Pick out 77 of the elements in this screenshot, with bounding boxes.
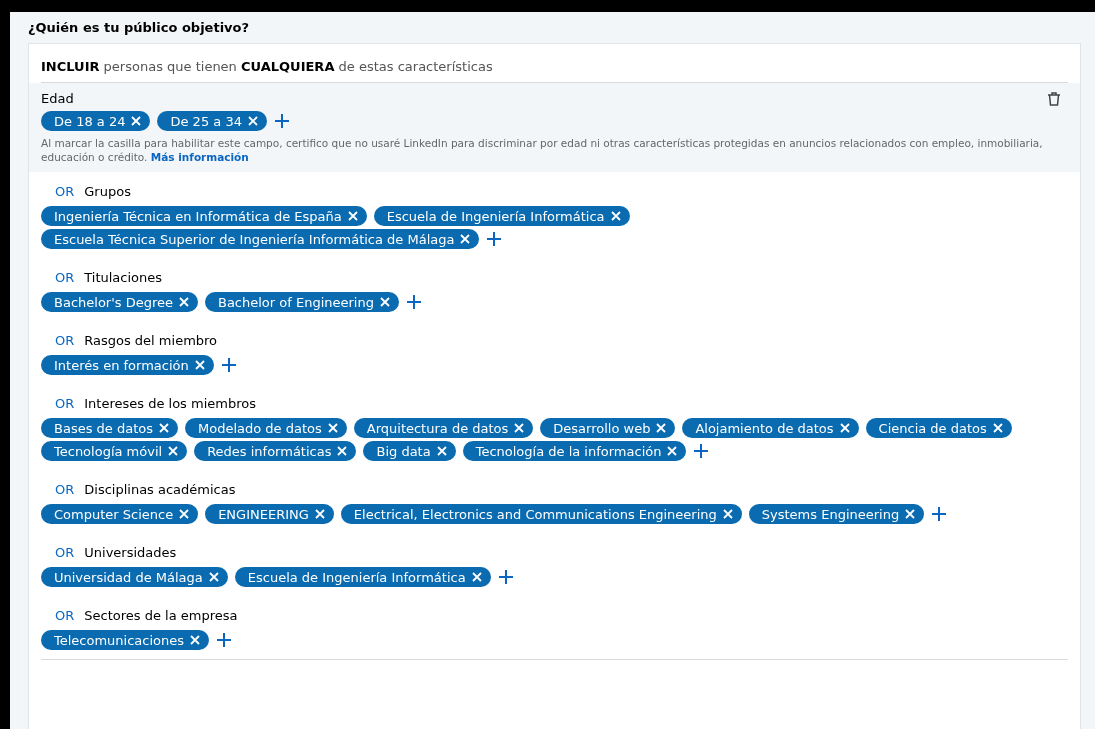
close-icon[interactable] [179, 509, 190, 519]
filter-tag[interactable]: Modelado de datos [185, 418, 347, 438]
filter-tag[interactable]: Desarrollo web [540, 418, 676, 438]
close-icon[interactable] [839, 423, 850, 433]
add-icon[interactable] [497, 569, 514, 585]
close-icon[interactable] [514, 423, 525, 433]
close-icon[interactable] [722, 509, 733, 519]
add-icon[interactable] [273, 113, 290, 129]
add-icon[interactable] [216, 632, 233, 648]
filter-tag[interactable]: Computer Science [41, 504, 199, 524]
group-label: Edad [41, 91, 74, 106]
group-label: Intereses de los miembros [84, 396, 256, 411]
filter-tag[interactable]: Ingeniería Técnica en Informática de España [41, 206, 367, 226]
filter-tag[interactable]: Interés en formación [41, 355, 214, 375]
filter-tag[interactable]: Ciencia de datos [865, 418, 1012, 438]
group-label: Rasgos del miembro [84, 333, 218, 348]
or-connector: OR [55, 482, 75, 497]
close-icon[interactable] [247, 116, 258, 126]
more-info-link[interactable]: Más información [150, 151, 249, 163]
filter-tag[interactable]: Universidad de Málaga [41, 567, 228, 587]
filter-tag[interactable]: Escuela de Ingeniería Informática [373, 206, 630, 226]
close-icon[interactable] [610, 211, 621, 221]
close-icon[interactable] [905, 509, 916, 519]
add-icon[interactable] [220, 357, 237, 373]
filter-tag[interactable]: Redes informáticas [194, 441, 357, 461]
or-connector: OR [55, 333, 75, 348]
filter-tag[interactable]: Bases de datos [41, 418, 178, 438]
or-connector: OR [55, 270, 75, 285]
group-label: Universidades [84, 545, 177, 560]
filter-tag[interactable]: Bachelor's Degree [41, 292, 198, 312]
add-icon[interactable] [931, 506, 948, 522]
filter-tag[interactable]: Arquitectura de datos [353, 418, 534, 438]
filter-tag[interactable]: Telecomunicaciones [41, 630, 210, 650]
filter-tag[interactable]: De 25 a 34 [157, 111, 267, 131]
add-icon[interactable] [405, 294, 422, 310]
close-icon[interactable] [208, 572, 219, 582]
filter-tag[interactable]: Tecnología móvil [41, 441, 188, 461]
filter-tag[interactable]: De 18 a 24 [41, 111, 151, 131]
close-icon[interactable] [179, 297, 189, 307]
filter-tag[interactable]: Escuela Técnica Superior de Ingeniería Informática de Málaga [41, 229, 480, 249]
filter-tag[interactable]: Electrical, Electronics and Communications Engineering [340, 504, 742, 524]
close-icon[interactable] [131, 116, 142, 126]
close-icon[interactable] [667, 446, 678, 456]
close-icon[interactable] [460, 234, 471, 244]
filter-tag[interactable]: Escuela de Ingeniería Informática [234, 567, 491, 587]
close-icon[interactable] [190, 635, 201, 645]
close-icon[interactable] [347, 211, 358, 221]
group-label: Grupos [84, 184, 131, 199]
filter-tag[interactable]: Systems Engineering [748, 504, 925, 524]
or-connector: OR [55, 184, 75, 199]
filter-tag[interactable]: Big data [363, 441, 456, 461]
close-icon[interactable] [992, 423, 1003, 433]
or-connector: OR [55, 396, 75, 411]
or-connector: OR [55, 545, 75, 560]
group-label: Sectores de la empresa [84, 608, 238, 623]
close-icon[interactable] [314, 509, 325, 519]
close-icon[interactable] [159, 423, 169, 433]
add-icon[interactable] [693, 443, 710, 459]
add-icon[interactable] [486, 231, 503, 247]
section-title: ¿Quién es tu público objetivo? [28, 20, 251, 35]
or-connector: OR [55, 608, 75, 623]
filter-tag[interactable]: Alojamiento de datos [682, 418, 859, 438]
close-icon[interactable] [436, 446, 447, 456]
close-icon[interactable] [471, 572, 482, 582]
close-icon[interactable] [168, 446, 179, 456]
filter-tag[interactable]: Bachelor of Engineering [205, 292, 399, 312]
close-icon[interactable] [337, 446, 348, 456]
filter-tag[interactable]: Tecnología de la información [462, 441, 687, 461]
close-icon[interactable] [194, 360, 205, 370]
close-icon[interactable] [327, 423, 338, 433]
group-label: Titulaciones [84, 270, 163, 285]
group-label: Disciplinas académicas [84, 482, 236, 497]
close-icon[interactable] [379, 297, 390, 307]
age-disclaimer: Al marcar la casilla para habilitar este campo, certifico que no usaré LinkedIn para discriminar por edad ni otras características protegidas en anuncios relacionados con empleo, inmobiliaria, educación o crédito. Más información [41, 136, 1044, 164]
filter-tag[interactable]: ENGINEERING [205, 504, 334, 524]
trash-icon[interactable] [1046, 91, 1062, 107]
close-icon[interactable] [656, 423, 667, 433]
